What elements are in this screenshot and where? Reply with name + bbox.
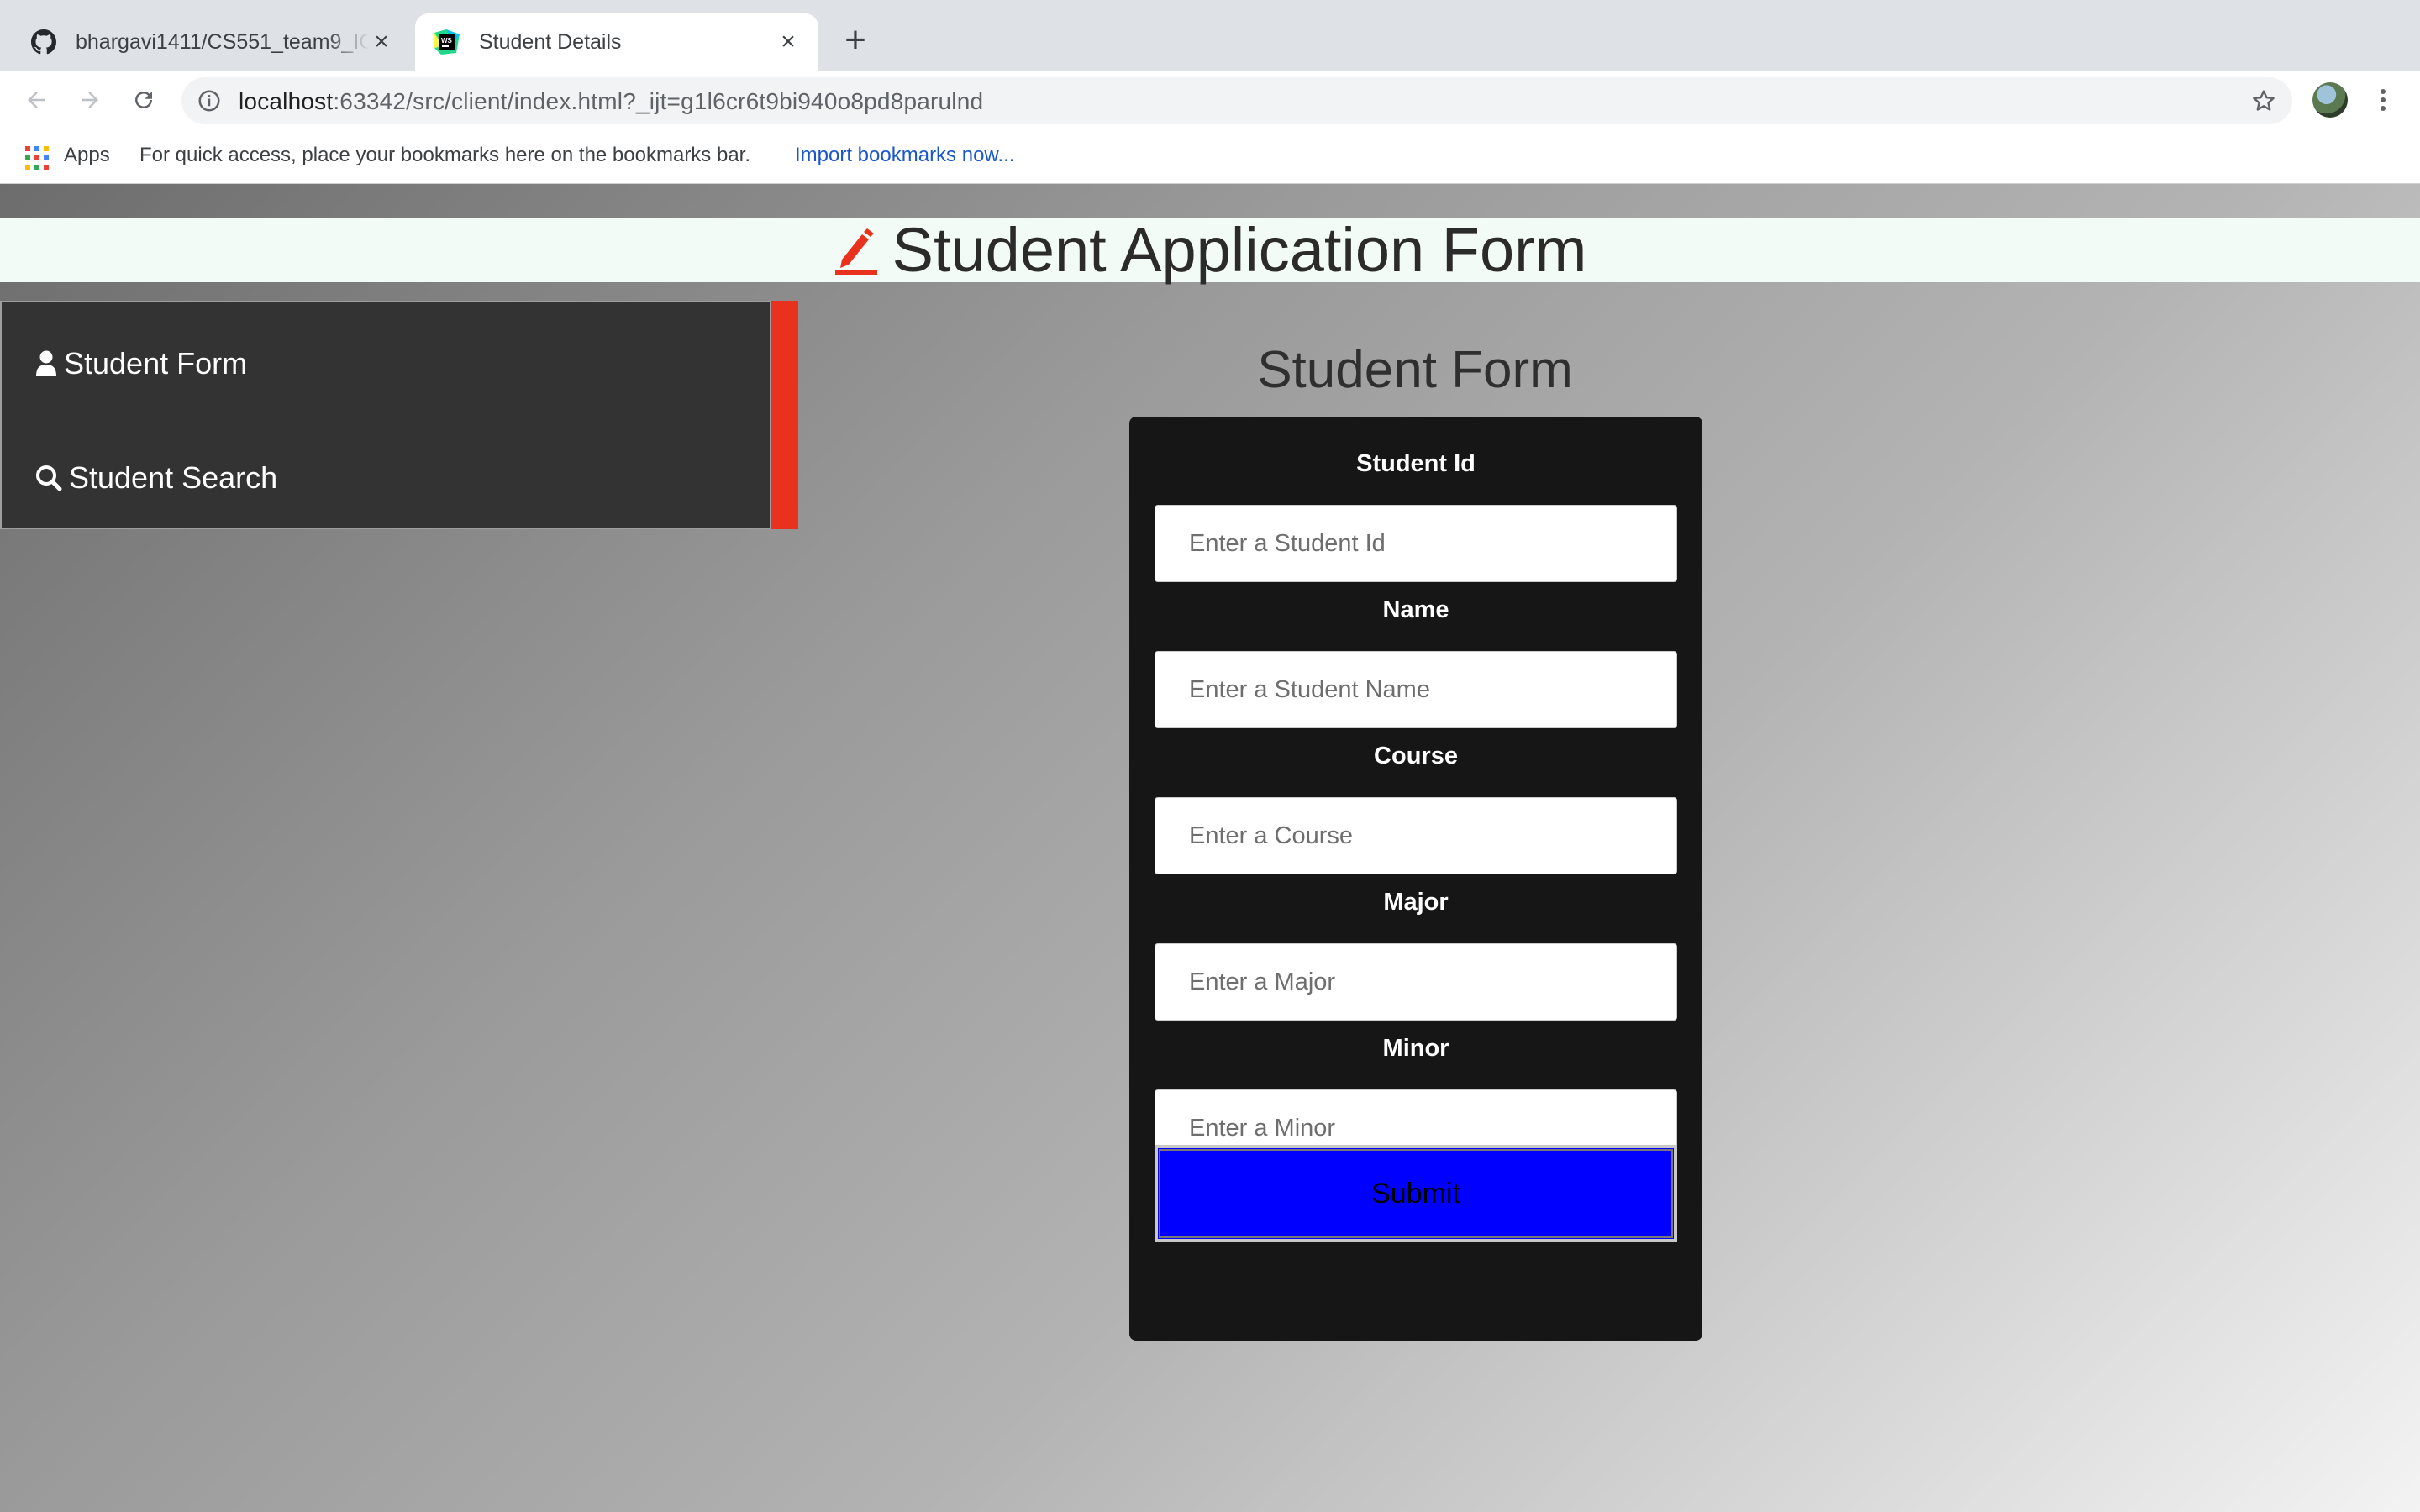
info-icon[interactable]: [197, 88, 222, 113]
menu-icon[interactable]: [2375, 82, 2391, 118]
sidebar-item-label: Student Form: [64, 346, 248, 381]
tab-strip: bhargavi1411/CS551_team9_ICP × WS Studen…: [0, 0, 2420, 71]
form-heading: Student Form: [1257, 341, 1573, 399]
profile-avatar[interactable]: [2312, 82, 2348, 118]
star-icon[interactable]: [2250, 87, 2277, 114]
import-bookmarks-link[interactable]: Import bookmarks now...: [795, 144, 1014, 167]
user-icon: [36, 350, 56, 376]
tab-student-details[interactable]: WS Student Details ×: [415, 13, 818, 71]
sidebar: Student Form Student Search: [0, 301, 771, 529]
svg-text:WS: WS: [441, 37, 453, 45]
address-bar[interactable]: localhost:63342/src/client/index.html?_i…: [182, 77, 2292, 124]
back-icon[interactable]: [18, 82, 54, 118]
apps-label[interactable]: Apps: [64, 144, 110, 167]
webstorm-icon: WS: [434, 29, 460, 55]
tab-title: Student Details: [479, 29, 622, 54]
apps-icon[interactable]: [25, 146, 49, 170]
forward-icon[interactable]: [72, 82, 108, 118]
tab-title: bhargavi1411/CS551_team9_ICP: [76, 29, 370, 54]
close-icon[interactable]: ×: [370, 29, 393, 55]
pencil-icon: [834, 222, 879, 275]
student-id-label: Student Id: [1356, 450, 1476, 477]
search-icon: [36, 465, 62, 491]
major-label: Major: [1383, 889, 1449, 916]
tab-github-repo[interactable]: bhargavi1411/CS551_team9_ICP ×: [12, 13, 412, 71]
sidebar-item-label: Student Search: [69, 460, 278, 495]
page-title-row: Student Application Form: [0, 218, 2420, 282]
new-tab-button[interactable]: +: [837, 22, 874, 60]
github-icon: [30, 29, 57, 55]
student-id-input[interactable]: [1155, 505, 1677, 582]
name-label: Name: [1382, 596, 1449, 623]
page-content: Student Application Form Student Form St…: [0, 184, 2420, 1512]
browser-toolbar: localhost:63342/src/client/index.html?_i…: [0, 71, 2420, 129]
course-label: Course: [1374, 743, 1458, 769]
name-input[interactable]: [1155, 651, 1677, 728]
close-icon[interactable]: ×: [776, 29, 800, 55]
major-input[interactable]: [1155, 943, 1677, 1021]
minor-label: Minor: [1382, 1035, 1449, 1062]
sidebar-accent-bar: [771, 301, 798, 529]
url-path: :63342/src/client/index.html?_ijt=g1l6cr…: [333, 88, 984, 114]
student-form: Student Id Name Course Major Minor Submi…: [1129, 417, 1702, 1341]
bookmarks-bar: Apps For quick access, place your bookma…: [0, 129, 2420, 184]
bookmarks-hint: For quick access, place your bookmarks h…: [139, 144, 751, 166]
sidebar-item-student-form[interactable]: Student Form: [35, 343, 247, 385]
submit-button[interactable]: Submit: [1155, 1145, 1677, 1242]
url-host: localhost: [239, 88, 334, 114]
reload-icon[interactable]: [126, 82, 161, 118]
page-header: Student Application Form: [0, 218, 2420, 282]
sidebar-item-student-search[interactable]: Student Search: [35, 457, 277, 499]
page-title: Student Application Form: [892, 215, 1587, 285]
url-text: localhost:63342/src/client/index.html?_i…: [239, 88, 983, 115]
course-input[interactable]: [1155, 797, 1677, 874]
